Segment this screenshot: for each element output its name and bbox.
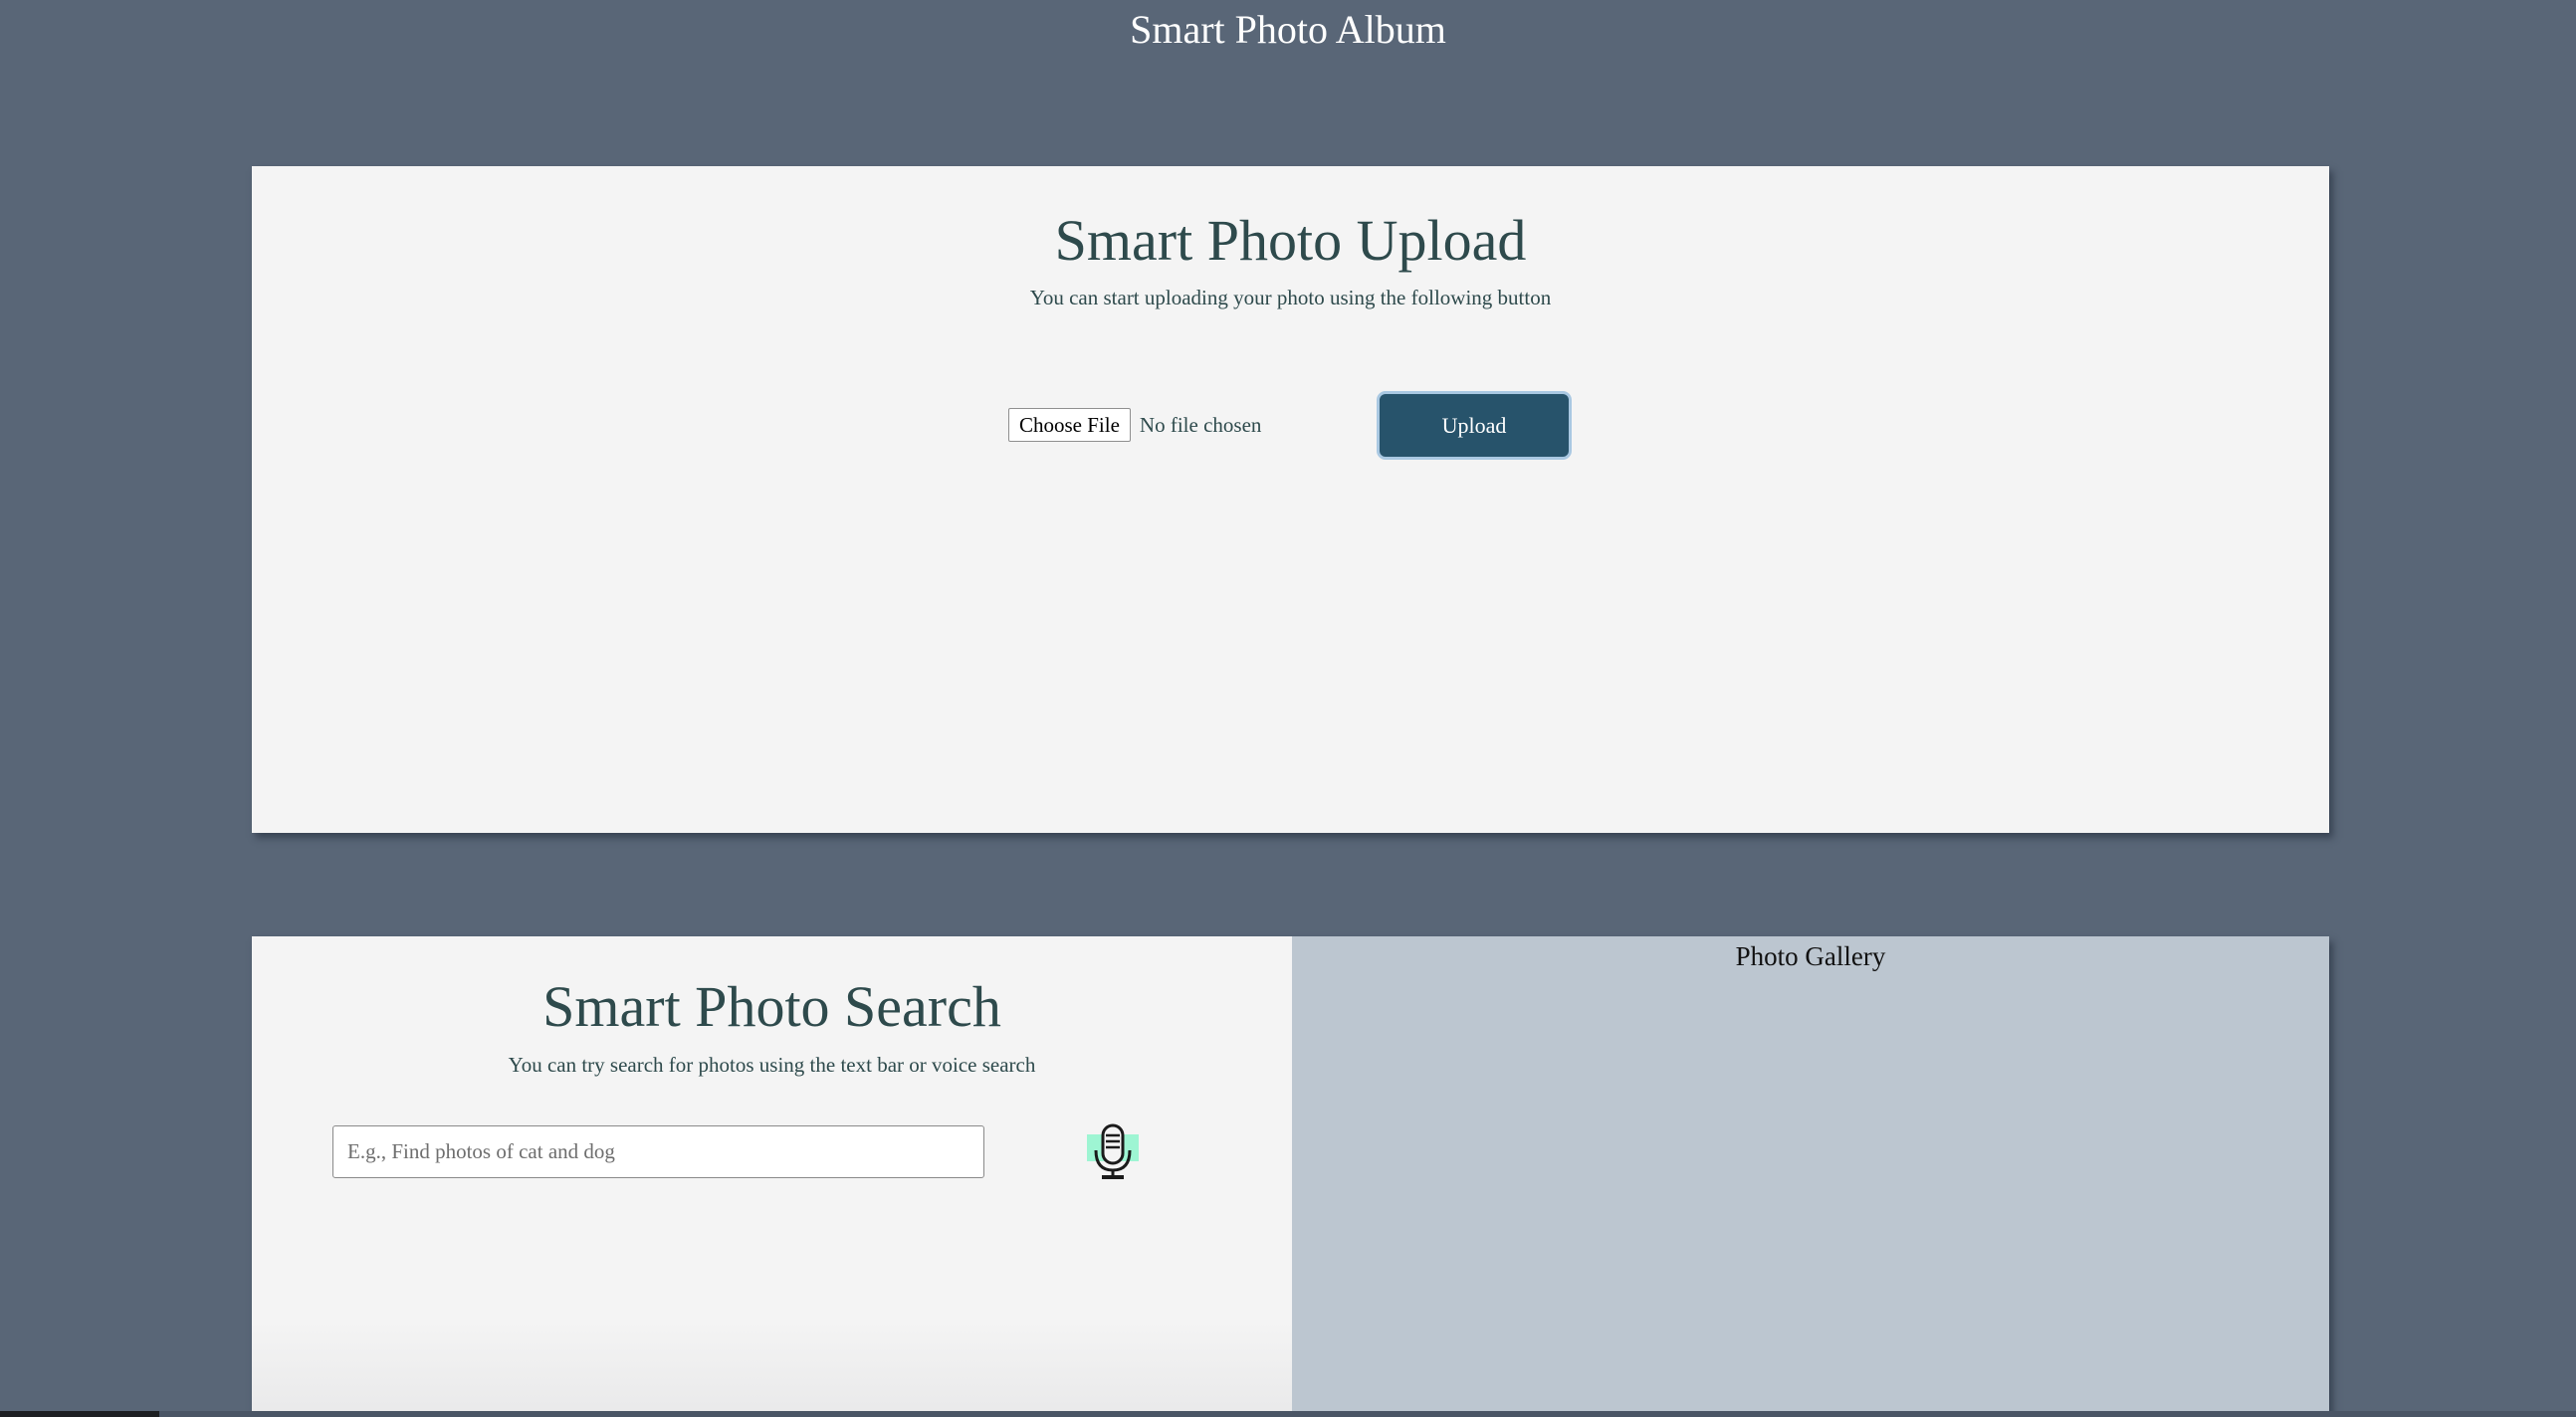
- horizontal-scrollbar[interactable]: [0, 1411, 2576, 1417]
- upload-subtitle: You can start uploading your photo using…: [1029, 286, 1552, 309]
- horizontal-scrollbar-thumb[interactable]: [0, 1411, 159, 1417]
- app-title: Smart Photo Album: [1130, 7, 1446, 52]
- search-title: Smart Photo Search: [542, 974, 1001, 1039]
- upload-title: Smart Photo Upload: [1054, 208, 1527, 273]
- file-status: No file chosen: [1139, 412, 1262, 437]
- search-panel: Smart Photo Search You can try search fo…: [252, 936, 1292, 1417]
- voice-search-button[interactable]: [1084, 1123, 1142, 1181]
- upload-panel: Smart Photo Upload You can start uploadi…: [252, 166, 2329, 833]
- search-input[interactable]: [332, 1125, 984, 1178]
- search-subtitle: You can try search for photos using the …: [508, 1053, 1036, 1077]
- microphone-icon: [1087, 1123, 1139, 1179]
- choose-file-button[interactable]: Choose File: [1008, 408, 1131, 442]
- photo-gallery-panel: Photo Gallery: [1292, 936, 2329, 1417]
- gallery-title: Photo Gallery: [1735, 941, 1886, 971]
- file-input[interactable]: Choose File No file chosen: [1008, 408, 1261, 442]
- upload-button[interactable]: Upload: [1377, 391, 1572, 460]
